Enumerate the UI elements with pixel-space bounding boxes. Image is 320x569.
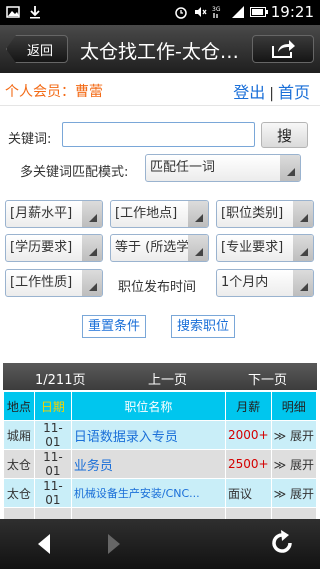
row-place: 太仓: [3, 478, 35, 508]
row-job-title-link[interactable]: 业务员: [70, 449, 227, 479]
dropdown-arrow-icon: [293, 270, 313, 296]
row-expand-button[interactable]: ≫ 展开: [270, 449, 318, 479]
next-page-button[interactable]: 下一页: [248, 369, 287, 388]
row-place: 太仓: [3, 449, 35, 479]
page-indicator: 1/211页: [35, 373, 86, 388]
signal-bars-icon: [231, 6, 244, 18]
browser-forward-icon[interactable]: [108, 534, 120, 554]
major-select[interactable]: [专业要求]: [216, 234, 314, 262]
row-date: 11-01: [33, 420, 72, 450]
header-place: 地点: [3, 391, 35, 421]
row-date: 11-01: [33, 478, 72, 508]
row-salary: 2500+: [225, 449, 272, 479]
job-table: 地点 日期 职位名称 月薪 明细 城厢 11-01 日语数据录入专员 2000+…: [3, 391, 318, 537]
dropdown-arrow-icon: [293, 201, 313, 227]
publish-time-select[interactable]: 1个月内: [216, 269, 314, 297]
member-bar: 个人会员：曹蕾 登出 | 首页: [0, 73, 320, 106]
browser-back-icon[interactable]: [38, 534, 50, 554]
home-link[interactable]: 首页: [278, 83, 310, 102]
row-expand-button[interactable]: ≫ 展开: [270, 420, 318, 450]
share-button[interactable]: [252, 35, 314, 63]
match-mode-value: 匹配任一词: [150, 160, 216, 175]
reset-button[interactable]: 重置条件: [82, 315, 147, 338]
battery-icon: [249, 7, 268, 17]
dropdown-arrow-icon: [82, 235, 102, 261]
row-expand-button[interactable]: ≫ 展开: [270, 478, 318, 508]
table-header-row: 地点 日期 职位名称 月薪 明细: [3, 391, 318, 421]
prev-page-button[interactable]: 上一页: [148, 369, 187, 388]
member-info: 个人会员：曹蕾: [5, 81, 103, 101]
page-title: 太仓找工作-太仓人才网: [80, 41, 245, 63]
row-date: 11-01: [33, 449, 72, 479]
match-mode-select[interactable]: 匹配任一词: [145, 154, 301, 182]
table-row[interactable]: 太仓 11-01 机械设备生产安装/CNC... 面议 ≫ 展开: [3, 478, 318, 508]
location-select-value: [工作地点]: [115, 206, 178, 221]
table-row[interactable]: 太仓 11-01 业务员 2500+ ≫ 展开: [3, 449, 318, 479]
row-job-title-link[interactable]: 机械设备生产安装/CNC...: [70, 478, 227, 508]
header-date[interactable]: 日期: [33, 391, 72, 421]
match-mode-label: 多关键词匹配模式:: [20, 165, 129, 180]
refresh-icon[interactable]: [269, 530, 295, 556]
row-salary: 面议: [225, 478, 272, 508]
jobtype-select[interactable]: [工作性质]: [5, 269, 103, 297]
back-button[interactable]: 返回: [6, 35, 68, 63]
dropdown-arrow-icon: [188, 235, 208, 261]
header-salary: 月薪: [225, 391, 272, 421]
link-separator: |: [269, 86, 274, 102]
category-select[interactable]: [职位类别]: [216, 200, 314, 228]
browser-nav-bar: [0, 519, 320, 569]
download-icon: [30, 6, 40, 19]
mute-icon: [194, 7, 207, 17]
dropdown-arrow-icon: [188, 201, 208, 227]
row-job-title-link[interactable]: 日语数据录入专员: [70, 420, 227, 450]
education-select[interactable]: [学历要求]: [5, 234, 103, 262]
salary-select[interactable]: [月薪水平]: [5, 200, 103, 228]
publish-time-label: 职位发布时间: [118, 280, 197, 295]
keyword-label: 关键词:: [8, 132, 52, 147]
education-compare-select[interactable]: 等于 (所选学历): [110, 234, 209, 262]
share-icon: [272, 40, 295, 58]
keyword-search-button[interactable]: 搜: [261, 122, 308, 148]
member-links: 登出 | 首页: [233, 79, 310, 103]
publish-time-value: 1个月内: [221, 275, 269, 290]
member-name: 曹蕾: [75, 84, 103, 100]
title-bar: 返回 太仓找工作-太仓人才网: [0, 25, 320, 73]
search-jobs-button[interactable]: 搜索职位: [171, 315, 236, 338]
svg-text:3G: 3G: [212, 6, 221, 13]
clock: 19:21: [270, 3, 314, 21]
dropdown-arrow-icon: [280, 155, 300, 181]
alarm-icon: [175, 7, 187, 19]
row-place: 城厢: [3, 420, 35, 450]
pager: 1/211页 上一页 下一页: [3, 363, 317, 390]
status-bar: 3G 19:21: [0, 0, 320, 25]
salary-select-value: [月薪水平]: [10, 206, 73, 221]
keyword-input[interactable]: [62, 122, 255, 147]
header-detail: 明细: [270, 391, 318, 421]
table-row[interactable]: 城厢 11-01 日语数据录入专员 2000+ ≫ 展开: [3, 420, 318, 450]
major-select-value: [专业要求]: [221, 240, 284, 255]
dropdown-arrow-icon: [82, 201, 102, 227]
education-select-value: [学历要求]: [10, 240, 73, 255]
logout-link[interactable]: 登出: [233, 83, 265, 102]
category-select-value: [职位类别]: [221, 206, 284, 221]
location-select[interactable]: [工作地点]: [110, 200, 209, 228]
signal-3g-icon: 3G: [212, 6, 221, 18]
header-title: 职位名称: [70, 391, 227, 421]
row-salary: 2000+: [225, 420, 272, 450]
dropdown-arrow-icon: [293, 235, 313, 261]
member-label: 个人会员：: [5, 84, 75, 100]
dropdown-arrow-icon: [82, 270, 102, 296]
image-notification-icon: [6, 6, 20, 18]
jobtype-select-value: [工作性质]: [10, 275, 73, 290]
